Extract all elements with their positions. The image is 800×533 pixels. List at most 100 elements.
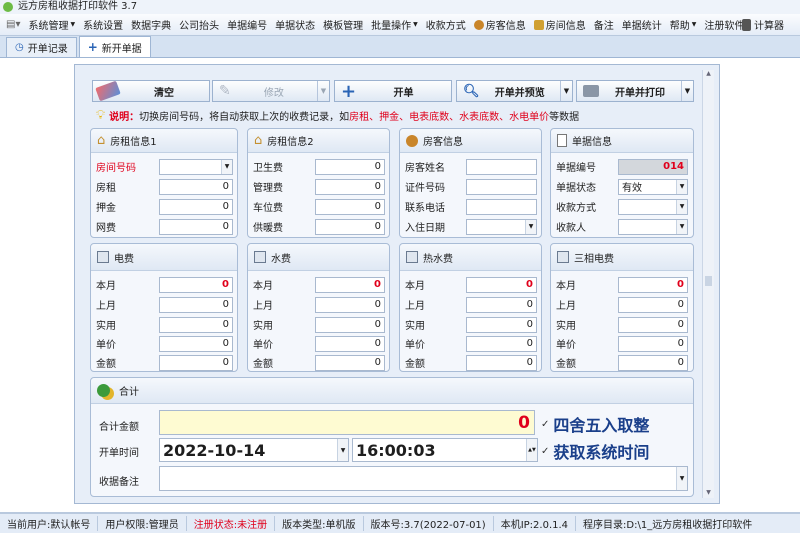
window-title: 远方房租收据打印软件 3.7 [18, 1, 138, 12]
power-unit-price-field[interactable]: 0 [159, 335, 233, 352]
three-phase-unit-price-field[interactable]: 0 [618, 335, 688, 352]
menu-tenant-info[interactable]: 房客信息 [470, 17, 530, 32]
menu-receipt-number[interactable]: 单据编号 [223, 17, 271, 32]
open-print-button[interactable]: 开单并打印 ▼ [576, 80, 694, 102]
menu-system-settings[interactable]: 系统设置 [79, 17, 127, 32]
app-logo-icon [3, 2, 13, 12]
menu-template-manage[interactable]: 模板管理 [319, 17, 367, 32]
meter-icon [406, 251, 418, 263]
management-fee-field[interactable]: 0 [315, 178, 385, 195]
chevron-down-icon: ▼ [525, 219, 536, 234]
status-version-number: 版本号:3.7(2022-07-01) [364, 516, 494, 531]
three-phase-current-field[interactable]: 0 [618, 276, 688, 293]
chevron-down-icon: ▼ [676, 179, 687, 194]
payee-select[interactable]: ▼ [618, 218, 688, 235]
water-current-field[interactable]: 0 [315, 276, 385, 293]
menu-payment-method[interactable]: 收款方式 [422, 17, 470, 32]
preview-dropdown-arrow[interactable]: ▼ [560, 81, 572, 101]
vertical-scrollbar[interactable]: ▲ ▼ [702, 70, 714, 498]
status-version-type: 版本类型:单机版 [275, 516, 364, 531]
menu-batch-ops[interactable]: 批量操作 ▼ [367, 17, 422, 32]
rent-field[interactable]: 0 [159, 178, 233, 195]
tab-new-receipt[interactable]: + 新开单据 [78, 36, 151, 57]
round-checkbox[interactable]: ✓ 四舍五入取整 [541, 412, 649, 436]
water-unit-price-field[interactable]: 0 [315, 335, 385, 352]
chevron-down-icon: ▼ [676, 219, 687, 234]
menu-system-icon[interactable]: ▤▾ [0, 19, 24, 30]
menu-data-dictionary[interactable]: 数据字典 [127, 17, 175, 32]
power-current-field[interactable]: 0 [159, 276, 233, 293]
checkin-date-picker[interactable]: ▼ [466, 218, 537, 235]
menu-help[interactable]: 帮助 ▼ [666, 17, 701, 32]
edit-dropdown-arrow[interactable]: ▼ [317, 81, 329, 101]
receipt-info-group: 单据信息 单据编号 014 单据状态 有效 ▼ 收款方式 ▼ 收款人 ▼ [550, 128, 694, 238]
hot-water-last-field[interactable]: 0 [466, 296, 537, 313]
tab-receipt-records[interactable]: ◷ 开单记录 [6, 37, 77, 57]
menu-room-info[interactable]: 房间信息 [530, 17, 590, 32]
chevron-down-icon: ▼ [676, 467, 687, 490]
remark-label: 收据备注 [99, 477, 139, 488]
total-amount-field[interactable]: 0 [159, 410, 535, 435]
water-fee-header: 水费 [248, 244, 389, 271]
deposit-field[interactable]: 0 [159, 198, 233, 215]
clock-icon: ◷ [15, 42, 24, 53]
parking-fee-field[interactable]: 0 [315, 198, 385, 215]
payment-method-select[interactable]: ▼ [618, 198, 688, 215]
power-amount-field[interactable]: 0 [159, 354, 233, 371]
water-used-field[interactable]: 0 [315, 316, 385, 333]
heating-fee-field[interactable]: 0 [315, 218, 385, 235]
tenant-name-field[interactable] [466, 158, 537, 175]
menu-system-manage[interactable]: 系统管理 ▼ [24, 17, 79, 32]
hot-water-unit-price-field[interactable]: 0 [466, 335, 537, 352]
room-number-select[interactable]: ▼ [159, 158, 233, 175]
open-time-label: 开单时间 [99, 448, 139, 459]
three-phase-used-field[interactable]: 0 [618, 316, 688, 333]
hot-water-fee-group: 热水费 本月 0 上月 0 实用 0 单价 0 金额 0 [399, 243, 542, 372]
open-date-picker[interactable]: 2022-10-14 ▼ [159, 438, 349, 462]
hot-water-amount-field[interactable]: 0 [466, 354, 537, 371]
hot-water-used-field[interactable]: 0 [466, 316, 537, 333]
house-icon [533, 19, 544, 30]
scroll-down-arrow[interactable]: ▼ [703, 489, 714, 496]
power-fee-header: 电费 [91, 244, 237, 271]
three-phase-amount-field[interactable]: 0 [618, 354, 688, 371]
menu-company-header[interactable]: 公司抬头 [175, 17, 223, 32]
scroll-up-arrow[interactable]: ▲ [703, 70, 714, 77]
menu-remark[interactable]: 备注 [590, 17, 618, 32]
chevron-down-icon: ▼ [676, 199, 687, 214]
scroll-thumb[interactable] [705, 276, 712, 286]
id-number-field[interactable] [466, 178, 537, 195]
receipt-status-select[interactable]: 有效 ▼ [618, 178, 688, 195]
water-fee-group: 水费 本月 0 上月 0 实用 0 单价 0 金额 0 [247, 243, 390, 372]
receipt-info-header: 单据信息 [551, 129, 693, 153]
total-amount-label: 合计金额 [99, 422, 139, 433]
edit-button[interactable]: ✎ 修改 ▼ [212, 80, 330, 102]
open-time-spinner[interactable]: 16:00:03 ▲▼ [352, 438, 538, 462]
lightbulb-icon: 💡︎ [96, 107, 106, 123]
rent-info-1-header: ⌂ 房租信息1 [91, 129, 237, 153]
menu-bar: ▤▾ 系统管理 ▼ 系统设置 数据字典 公司抬头 单据编号 单据状态 模板管理 批… [0, 14, 800, 36]
sanitation-fee-field[interactable]: 0 [315, 158, 385, 175]
net-fee-field[interactable]: 0 [159, 218, 233, 235]
menu-calculator[interactable]: 计算器 [742, 17, 784, 32]
power-last-field[interactable]: 0 [159, 296, 233, 313]
remark-select[interactable]: ▼ [159, 466, 688, 491]
water-amount-field[interactable]: 0 [315, 354, 385, 371]
water-last-field[interactable]: 0 [315, 296, 385, 313]
chevron-down-icon: ▼ [337, 439, 348, 461]
menu-receipt-status[interactable]: 单据状态 [271, 17, 319, 32]
hot-water-current-field[interactable]: 0 [466, 276, 537, 293]
print-dropdown-arrow[interactable]: ▼ [681, 81, 693, 101]
person-icon [473, 19, 484, 30]
three-phase-last-field[interactable]: 0 [618, 296, 688, 313]
open-button[interactable]: + 开单 [334, 80, 452, 102]
menu-receipt-stats[interactable]: 单据统计 [618, 17, 666, 32]
open-preview-button[interactable]: 🔍︎ 开单并预览 ▼ [456, 80, 573, 102]
three-phase-fee-group: 三相电费 本月 0 上月 0 实用 0 单价 0 金额 0 [550, 243, 694, 372]
power-used-field[interactable]: 0 [159, 316, 233, 333]
system-time-checkbox[interactable]: ✓ 获取系统时间 [541, 439, 649, 463]
clear-button[interactable]: 清空 [92, 80, 210, 102]
phone-field[interactable] [466, 198, 537, 215]
eraser-icon [95, 80, 121, 102]
spinner-arrows-icon: ▲▼ [526, 439, 537, 461]
